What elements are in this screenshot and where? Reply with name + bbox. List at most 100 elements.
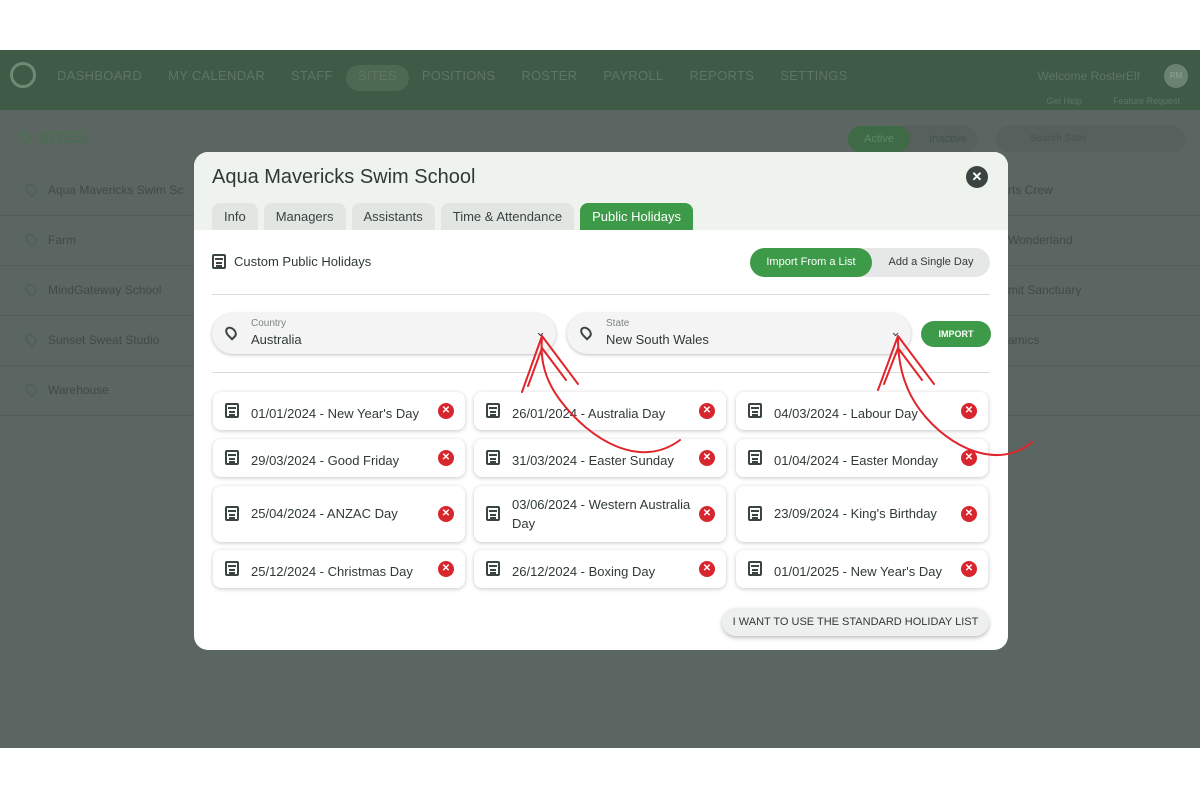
holiday-card: 26/12/2024 - Boxing Day ✕ — [474, 550, 726, 588]
modal-title: Aqua Mavericks Swim School — [212, 166, 476, 188]
chevron-down-icon: ⌄ — [890, 324, 901, 339]
holiday-card: 25/12/2024 - Christmas Day ✕ — [213, 550, 465, 588]
holiday-card: 03/06/2024 - Western Australia Day ✕ — [474, 486, 726, 542]
calendar-icon — [225, 403, 239, 418]
feature-request-link[interactable]: Feature Request — [1113, 96, 1180, 106]
delete-icon[interactable]: ✕ — [438, 403, 454, 419]
site-name: Sunset Sweat Studio — [48, 333, 160, 347]
holiday-text: 29/03/2024 - Good Friday — [251, 453, 400, 468]
state-select[interactable]: State New South Wales ⌄ — [567, 313, 911, 354]
delete-icon[interactable]: ✕ — [699, 403, 715, 419]
chevron-down-icon: ⌄ — [535, 324, 546, 339]
state-value: New South Wales — [606, 332, 709, 347]
get-help-link[interactable]: Get Help — [1046, 96, 1082, 106]
tab-assistants[interactable]: Assistants — [351, 203, 435, 230]
calendar-icon — [486, 506, 500, 521]
tab-info[interactable]: Info — [212, 203, 258, 230]
location-pin-icon — [22, 181, 40, 198]
delete-icon[interactable]: ✕ — [961, 403, 977, 419]
calendar-icon — [748, 506, 762, 521]
holiday-card: 04/03/2024 - Labour Day ✕ — [736, 392, 988, 430]
nav-my-calendar[interactable]: MY CALENDAR — [155, 69, 278, 91]
nav-roster[interactable]: ROSTER — [508, 69, 590, 91]
filter-inactive-button[interactable]: Inactive — [918, 126, 978, 152]
rosterelf-logo-icon[interactable] — [10, 62, 36, 88]
delete-icon[interactable]: ✕ — [961, 561, 977, 577]
delete-icon[interactable]: ✕ — [699, 506, 715, 522]
import-from-list-button[interactable]: Import From a List — [750, 248, 872, 277]
state-label: State — [606, 318, 630, 329]
filter-active-button[interactable]: Active — [848, 126, 910, 152]
nav-sites[interactable]: SITES — [345, 65, 409, 91]
nav-dashboard[interactable]: DASHBOARD — [44, 69, 155, 91]
delete-icon[interactable]: ✕ — [438, 561, 454, 577]
location-pin-icon — [16, 128, 34, 145]
site-name: mit Sanctuary — [1008, 283, 1082, 297]
delete-icon[interactable]: ✕ — [699, 561, 715, 577]
location-pin-icon — [22, 281, 40, 298]
delete-icon[interactable]: ✕ — [438, 450, 454, 466]
top-navigation: DASHBOARD MY CALENDAR STAFF SITES POSITI… — [0, 50, 1200, 110]
location-pin-icon — [577, 324, 595, 341]
modal-tabs: Info Managers Assistants Time & Attendan… — [212, 203, 693, 230]
site-name: MindGateway School — [48, 283, 162, 297]
calendar-icon — [225, 561, 239, 576]
avatar[interactable]: RM — [1164, 64, 1188, 88]
holiday-card: 25/04/2024 - ANZAC Day ✕ — [213, 486, 465, 542]
divider — [212, 372, 990, 373]
nav-staff[interactable]: STAFF — [278, 69, 346, 91]
delete-icon[interactable]: ✕ — [961, 506, 977, 522]
calendar-icon — [748, 561, 762, 576]
holiday-text: 03/06/2024 - Western Australia Day — [512, 497, 691, 531]
holiday-card: 01/04/2024 - Easter Monday ✕ — [736, 439, 988, 477]
calendar-icon — [486, 450, 500, 465]
holiday-card: 23/09/2024 - King's Birthday ✕ — [736, 486, 988, 542]
holiday-text: 01/01/2024 - New Year's Day — [251, 406, 419, 421]
holiday-text: 04/03/2024 - Labour Day — [774, 406, 918, 421]
country-label: Country — [251, 318, 287, 329]
modal-header: Aqua Mavericks Swim School ✕ Info Manage… — [194, 152, 1008, 230]
site-name: Farm — [48, 233, 76, 247]
custom-public-holidays-label: Custom Public Holidays — [212, 254, 371, 269]
tab-time-attendance[interactable]: Time & Attendance — [440, 203, 575, 230]
calendar-icon — [225, 506, 239, 521]
nav-links: DASHBOARD MY CALENDAR STAFF SITES POSITI… — [44, 65, 861, 91]
close-icon[interactable]: ✕ — [966, 166, 988, 188]
location-pin-icon — [22, 231, 40, 248]
site-name: Warehouse — [48, 383, 109, 397]
site-name: rts Crew — [1008, 183, 1053, 197]
use-standard-holiday-list-button[interactable]: I WANT TO USE THE STANDARD HOLIDAY LIST — [722, 608, 989, 636]
import-button[interactable]: IMPORT — [921, 321, 991, 347]
calendar-icon — [748, 403, 762, 418]
holiday-text: 25/12/2024 - Christmas Day — [251, 564, 413, 579]
holiday-card: 01/01/2024 - New Year's Day ✕ — [213, 392, 465, 430]
tab-public-holidays[interactable]: Public Holidays — [580, 203, 693, 230]
tab-managers[interactable]: Managers — [263, 203, 346, 230]
nav-payroll[interactable]: PAYROLL — [590, 69, 676, 91]
nav-settings[interactable]: SETTINGS — [767, 69, 860, 91]
nav-positions[interactable]: POSITIONS — [409, 69, 509, 91]
delete-icon[interactable]: ✕ — [699, 450, 715, 466]
calendar-icon — [486, 561, 500, 576]
nav-reports[interactable]: REPORTS — [676, 69, 767, 91]
import-mode-toggle: Import From a List Add a Single Day — [750, 248, 990, 277]
holiday-text: 23/09/2024 - King's Birthday — [774, 506, 937, 521]
holiday-card: 31/03/2024 - Easter Sunday ✕ — [474, 439, 726, 477]
divider — [212, 294, 990, 295]
country-value: Australia — [251, 332, 302, 347]
holiday-card: 29/03/2024 - Good Friday ✕ — [213, 439, 465, 477]
holiday-text: 01/01/2025 - New Year's Day — [774, 564, 942, 579]
site-name: amics — [1008, 333, 1040, 347]
holiday-text: 31/03/2024 - Easter Sunday — [512, 453, 674, 468]
delete-icon[interactable]: ✕ — [961, 450, 977, 466]
site-name: Wonderland — [1008, 233, 1073, 247]
calendar-user-icon — [212, 254, 226, 269]
sites-title-text: SITES — [38, 128, 88, 147]
delete-icon[interactable]: ✕ — [438, 506, 454, 522]
search-sites-input[interactable]: Search Sites — [996, 126, 1186, 152]
location-pin-icon — [222, 324, 240, 341]
add-single-day-button[interactable]: Add a Single Day — [872, 248, 990, 277]
sites-heading: SITES — [16, 128, 88, 148]
country-select[interactable]: Country Australia ⌄ — [212, 313, 556, 354]
site-modal: Aqua Mavericks Swim School ✕ Info Manage… — [194, 152, 1008, 650]
